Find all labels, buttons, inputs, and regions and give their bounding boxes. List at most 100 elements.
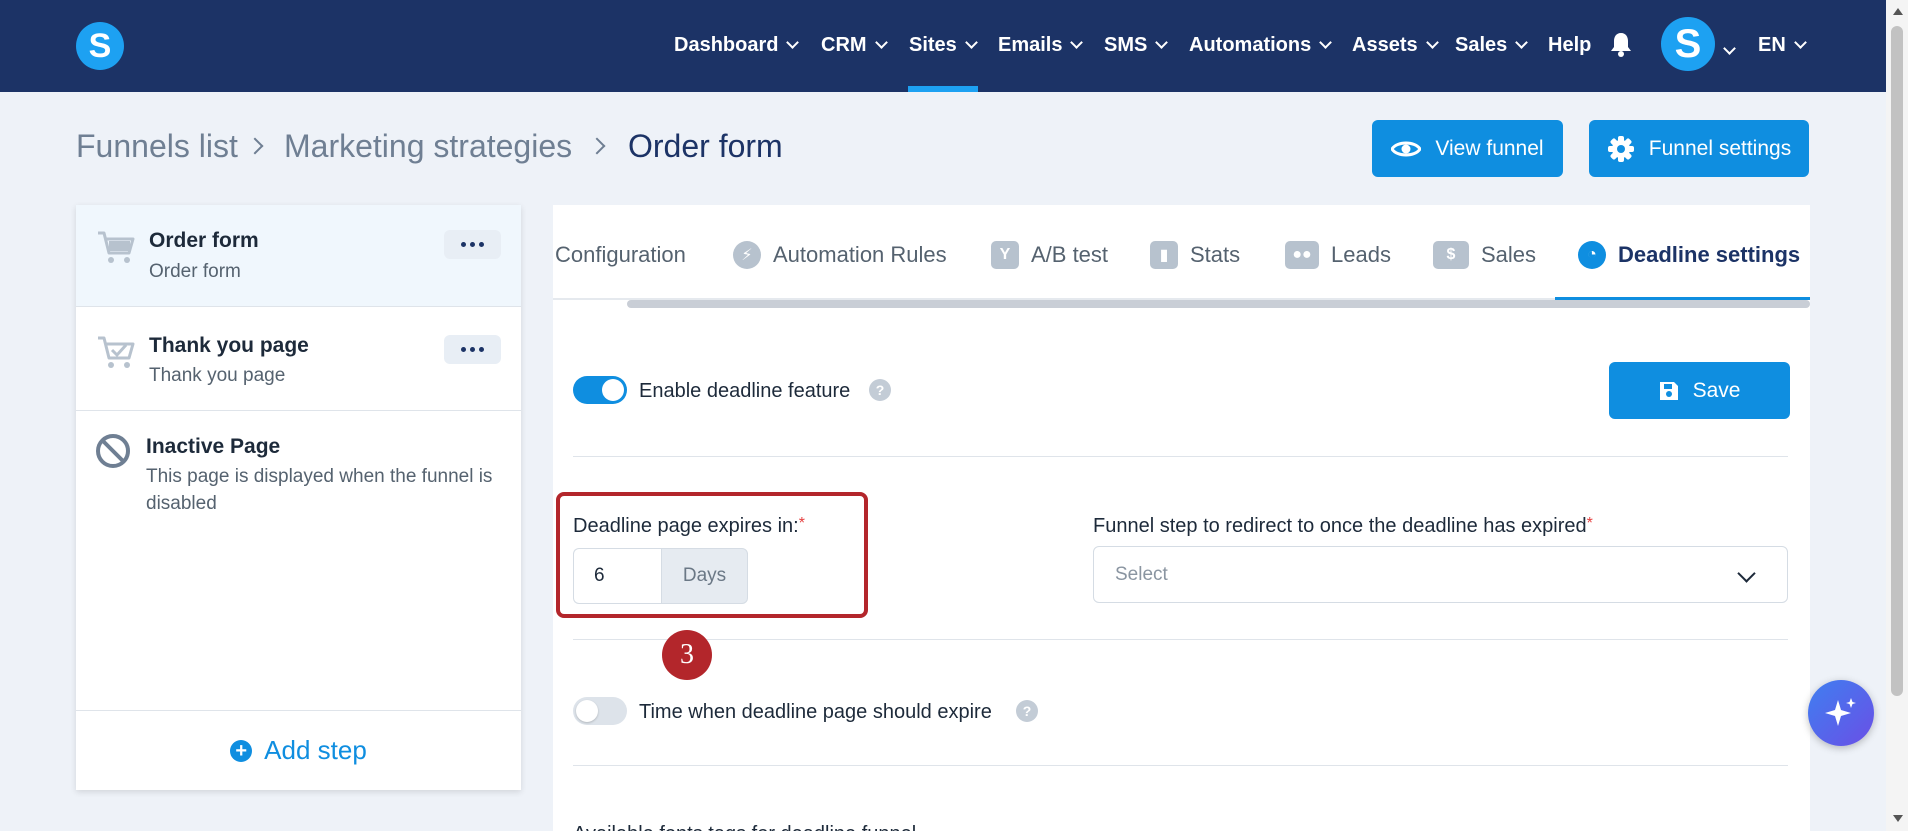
scroll-up-arrow[interactable] <box>1893 8 1903 15</box>
view-funnel-label: View funnel <box>1435 136 1544 160</box>
main-panel: Configuration ⚡ Automation Rules Y A/B tes… <box>553 205 1810 831</box>
nav-sales[interactable]: Sales <box>1455 30 1529 60</box>
step-subtitle: Order form <box>149 261 241 282</box>
redirect-step-select[interactable]: Select <box>1093 546 1788 603</box>
step-item-thank-you[interactable]: Thank you page Thank you page <box>76 307 521 411</box>
select-placeholder: Select <box>1115 564 1168 585</box>
chevron-down-icon <box>964 36 978 49</box>
bolt-icon: ⚡ <box>733 241 761 269</box>
tab-label: Deadline settings <box>1618 242 1801 267</box>
help-icon[interactable]: ? <box>1016 700 1038 722</box>
funnel-steps-sidebar: Order form Order form Thank you page Tha… <box>76 205 521 790</box>
nav-sms[interactable]: SMS <box>1104 30 1169 60</box>
user-avatar[interactable]: S <box>1661 17 1715 71</box>
tabs-horizontal-scrollbar[interactable] <box>627 300 1810 308</box>
nav-help[interactable]: Help <box>1548 30 1591 60</box>
enable-deadline-toggle[interactable] <box>573 376 627 404</box>
chevron-down-icon <box>874 36 888 49</box>
add-step-label: Add step <box>264 735 367 765</box>
more-dot <box>461 347 466 352</box>
top-navigation: S Dashboard CRM Sites Emails SMS Automat… <box>0 0 1886 92</box>
nav-sites-label: Sites <box>909 33 957 56</box>
avatar-menu-toggle[interactable] <box>1723 36 1736 66</box>
ban-icon <box>96 434 130 468</box>
eye-icon <box>1391 141 1422 156</box>
step-number-marker: 3 <box>662 630 712 680</box>
add-step-button[interactable]: + Add step <box>76 710 521 790</box>
tab-deadline-settings[interactable]: ◔ Deadline settings <box>1578 235 1800 275</box>
step-item-order-form[interactable]: Order form Order form <box>76 205 521 307</box>
chevron-down-icon <box>1737 564 1756 583</box>
step-subtitle: This page is displayed when the funnel i… <box>146 466 493 514</box>
nav-automations-label: Automations <box>1189 33 1312 56</box>
save-button[interactable]: Save <box>1609 362 1790 419</box>
more-dot <box>470 242 475 247</box>
nav-crm-label: CRM <box>821 33 867 56</box>
clock-icon: ◔ <box>1578 241 1606 269</box>
scroll-down-arrow[interactable] <box>1893 815 1903 822</box>
toggle-knob <box>602 379 624 401</box>
chevron-down-icon <box>1793 36 1807 49</box>
required-asterisk: * <box>798 515 805 532</box>
more-dot <box>479 242 484 247</box>
expires-in-days-input[interactable]: 6 <box>573 548 661 604</box>
nav-help-label: Help <box>1548 33 1592 56</box>
step-title: Inactive Page <box>146 435 281 458</box>
section-divider <box>573 765 1788 766</box>
sparkle-icon <box>1825 698 1856 726</box>
nav-automations[interactable]: Automations <box>1189 30 1333 60</box>
nav-crm[interactable]: CRM <box>821 30 888 60</box>
nav-assets-label: Assets <box>1352 33 1418 56</box>
redirect-step-label-text: Funnel step to redirect to once the dead… <box>1093 515 1587 537</box>
save-label: Save <box>1692 378 1741 402</box>
nav-sites[interactable]: Sites <box>909 30 978 60</box>
expire-time-label: Time when deadline page should expire <box>639 701 992 723</box>
tab-configuration[interactable]: Configuration <box>555 235 686 275</box>
app-logo[interactable]: S <box>76 22 124 70</box>
funnel-settings-label: Funnel settings <box>1648 136 1792 160</box>
chevron-down-icon <box>1155 36 1169 49</box>
tab-leads[interactable]: ●● Leads <box>1285 235 1391 275</box>
dollar-icon: $ <box>1433 241 1469 269</box>
cart-check-icon <box>98 336 135 368</box>
step-more-button[interactable] <box>444 335 501 364</box>
nav-assets[interactable]: Assets <box>1352 30 1439 60</box>
page-scrollbar[interactable] <box>1886 0 1908 831</box>
bell-icon[interactable] <box>1609 31 1633 57</box>
tab-sales[interactable]: $ Sales <box>1433 235 1536 275</box>
chevron-down-icon <box>786 36 800 49</box>
tab-ab-test[interactable]: Y A/B test <box>991 235 1108 275</box>
chevron-right-icon <box>246 137 264 155</box>
cart-icon <box>98 231 135 263</box>
scroll-thumb[interactable] <box>1891 26 1903 696</box>
breadcrumb-marketing-strategies[interactable]: Marketing strategies <box>284 128 572 165</box>
users-icon: ●● <box>1285 241 1319 269</box>
step-subtitle: Thank you page <box>149 365 286 386</box>
bar-chart-icon: ▮ <box>1150 241 1178 269</box>
language-selector[interactable]: EN <box>1758 30 1807 60</box>
breadcrumb-funnels-list[interactable]: Funnels list <box>76 128 238 165</box>
nav-dashboard[interactable]: Dashboard <box>674 30 800 60</box>
chevron-down-icon <box>1723 42 1736 55</box>
expires-in-label-text: Deadline page expires in: <box>573 515 799 537</box>
nav-dashboard-label: Dashboard <box>674 33 779 56</box>
step-more-button[interactable] <box>444 230 501 259</box>
tab-automation-rules[interactable]: ⚡ Automation Rules <box>733 235 947 275</box>
funnel-settings-button[interactable]: Funnel settings <box>1589 120 1809 177</box>
toggle-knob <box>576 700 598 722</box>
expire-time-toggle[interactable] <box>573 697 627 725</box>
ai-assistant-button[interactable] <box>1808 680 1874 746</box>
nav-active-indicator <box>908 86 978 92</box>
chevron-down-icon <box>1070 36 1084 49</box>
plus-icon: + <box>230 739 253 762</box>
section-divider <box>573 456 1788 457</box>
nav-emails[interactable]: Emails <box>998 30 1084 60</box>
tab-stats[interactable]: ▮ Stats <box>1150 235 1240 275</box>
view-funnel-button[interactable]: View funnel <box>1372 120 1563 177</box>
chevron-right-icon <box>588 137 606 155</box>
expires-in-label: Deadline page expires in:* <box>573 515 805 538</box>
help-icon[interactable]: ? <box>869 379 891 401</box>
step-item-inactive-page[interactable]: Inactive Page This page is displayed whe… <box>76 411 521 551</box>
more-dot <box>461 242 466 247</box>
chevron-down-icon <box>1425 36 1439 49</box>
